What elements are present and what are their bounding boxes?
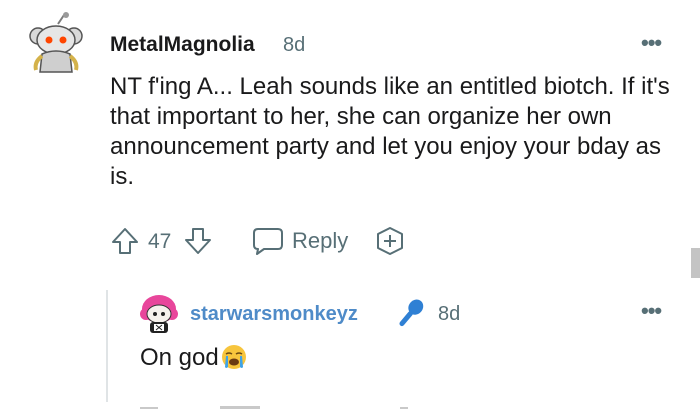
snoo-avatar-icon (140, 295, 178, 333)
snoo-avatar-icon (29, 12, 83, 73)
reply-label: Reply (292, 228, 349, 253)
reply-author[interactable]: starwarsmonkeyz (190, 303, 358, 326)
avatar[interactable] (28, 12, 84, 74)
microphone-icon (392, 296, 428, 332)
thread-line[interactable] (106, 290, 108, 402)
reply-timestamp[interactable]: 8d (438, 303, 460, 326)
comment-author[interactable]: MetalMagnolia (110, 33, 255, 57)
reply-body: On god (140, 344, 248, 372)
more-options-icon[interactable]: ••• (641, 298, 662, 324)
downvote-icon[interactable] (183, 226, 213, 256)
vote-score: 47 (148, 230, 172, 253)
award-button[interactable] (374, 225, 406, 257)
reply-text: On god (140, 344, 219, 371)
speech-bubble-icon (253, 228, 283, 255)
upvote-icon[interactable] (110, 226, 140, 256)
comment-body: NT f'ing A... Leah sounds like an entitl… (110, 73, 670, 190)
plus-circle-icon (377, 227, 403, 255)
crying-face-emoji-icon (221, 345, 246, 369)
more-options-icon[interactable]: ••• (641, 30, 662, 56)
reply-avatar[interactable] (138, 292, 180, 334)
reply-button[interactable]: Reply (252, 224, 348, 258)
comment-timestamp[interactable]: 8d (283, 34, 305, 57)
scrollbar-thumb[interactable] (691, 248, 700, 278)
next-row-partial (140, 396, 440, 409)
